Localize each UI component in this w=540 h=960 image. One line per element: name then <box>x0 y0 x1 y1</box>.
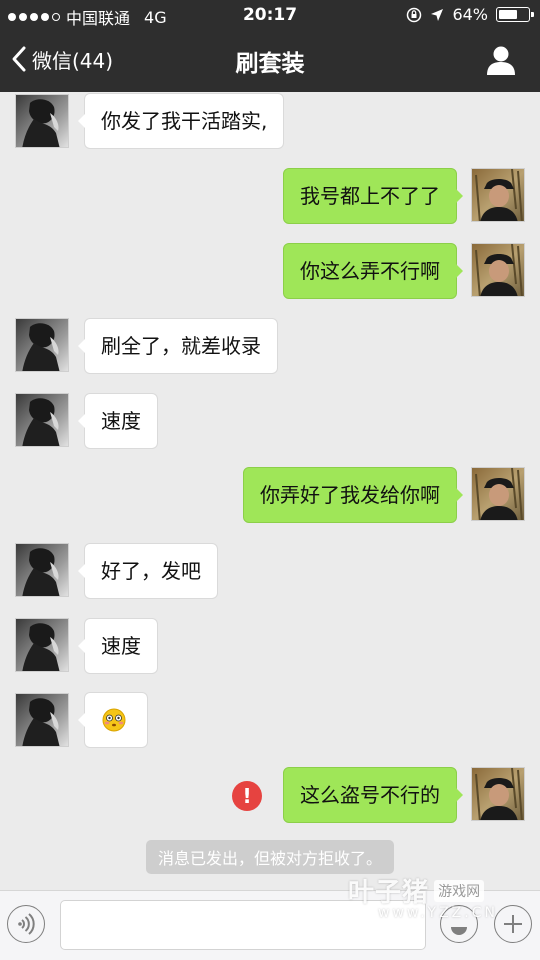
peer-avatar[interactable] <box>15 618 69 672</box>
nav-bar: 微信(44) 刷套装 <box>0 30 540 92</box>
message-bubble[interactable]: 速度 <box>78 618 158 674</box>
system-notice: 消息已发出，但被对方拒收了。 <box>0 840 540 874</box>
battery-icon <box>496 7 534 22</box>
peer-avatar[interactable] <box>15 393 69 447</box>
send-failed-icon[interactable]: ! <box>232 781 262 811</box>
peer-avatar[interactable] <box>15 543 69 597</box>
message-bubble[interactable]: 你这么弄不行啊 <box>283 243 463 299</box>
site-watermark: 叶子猪 游戏网 www.YZZ.CN <box>348 872 508 922</box>
status-right: 64% <box>406 5 534 24</box>
voice-input-button[interactable] <box>7 905 45 943</box>
message-bubble[interactable]: 好了，发吧 <box>78 543 218 599</box>
peer-avatar[interactable] <box>15 318 69 372</box>
flushed-face-emoji-icon <box>102 708 126 732</box>
system-notice-text: 消息已发出，但被对方拒收了。 <box>145 840 394 874</box>
rotation-lock-icon <box>407 7 422 22</box>
watermark-tag: 游戏网 <box>434 880 485 902</box>
watermark-url: www.YZZ.CN <box>378 905 498 921</box>
message-bubble[interactable]: 你弄好了我发给你啊 <box>243 467 463 523</box>
location-arrow-icon <box>431 8 444 21</box>
peer-avatar[interactable] <box>15 94 69 148</box>
message-bubble[interactable] <box>78 692 148 748</box>
self-avatar[interactable] <box>471 243 525 297</box>
message-bubble[interactable]: 你发了我干活踏实, <box>77 93 285 149</box>
message-bubble[interactable]: 速度 <box>78 393 158 449</box>
self-avatar[interactable] <box>471 767 525 821</box>
chat-title: 刷套装 <box>235 51 305 77</box>
message-bubble[interactable]: 刷全了，就差收录 <box>78 318 278 374</box>
watermark-brand: 叶子猪 <box>348 878 430 908</box>
message-bubble[interactable]: 我号都上不了了 <box>283 168 463 224</box>
self-avatar[interactable] <box>471 168 525 222</box>
self-avatar[interactable] <box>471 467 525 521</box>
status-bar: 中国联通 4G 20:17 64% <box>0 0 540 30</box>
voice-icon <box>17 912 35 935</box>
peer-avatar[interactable] <box>15 693 69 747</box>
chat-area[interactable]: 你发了我干活踏实, 我号都上不了了 你这么弄不行啊 刷全了，就差收录 速度 你弄… <box>0 92 540 890</box>
message-bubble[interactable]: 这么盗号不行的 <box>283 767 463 823</box>
battery-percent: 64% <box>452 5 488 24</box>
contact-profile-icon[interactable] <box>484 43 518 77</box>
